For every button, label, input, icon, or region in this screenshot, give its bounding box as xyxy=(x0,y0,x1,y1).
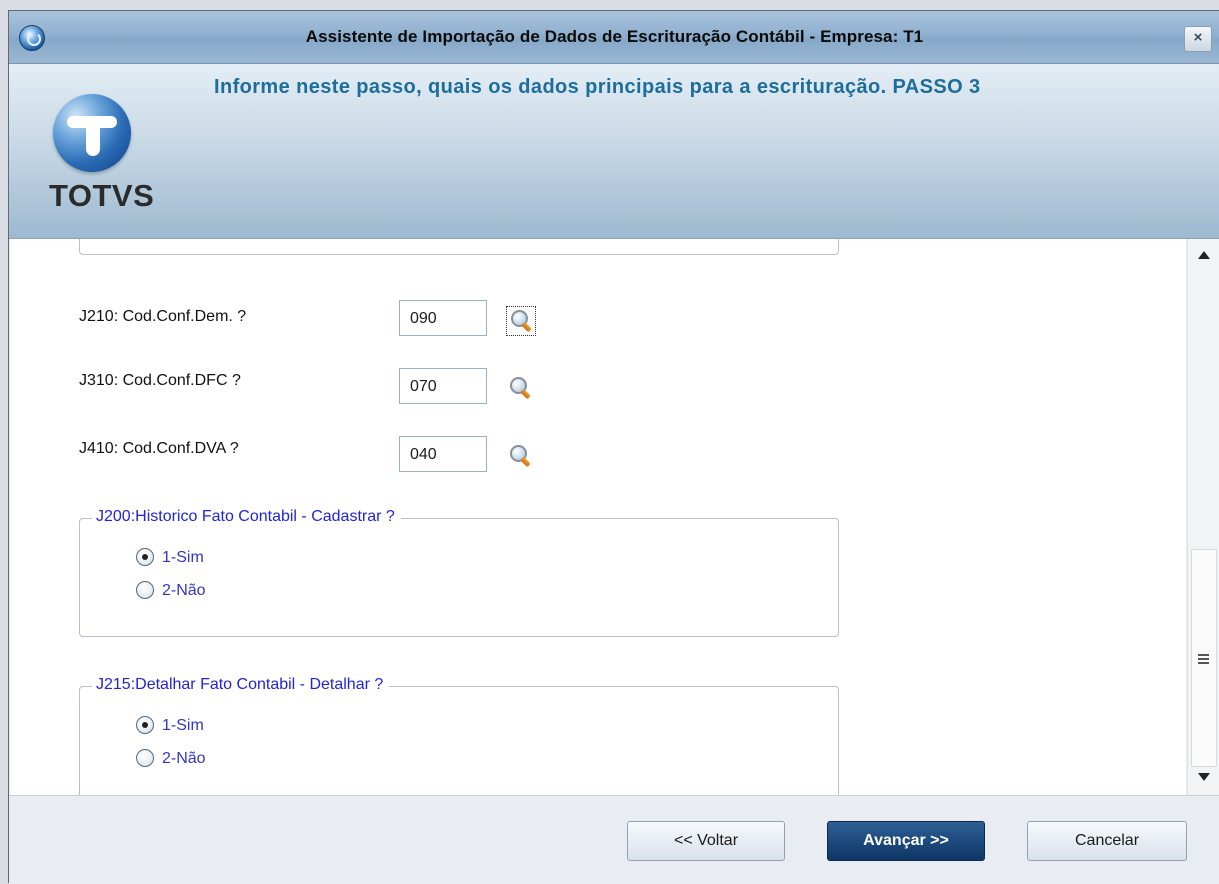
close-button[interactable]: × xyxy=(1184,26,1212,52)
j215-option-sim-label[interactable]: 1-Sim xyxy=(162,717,204,735)
field-label-j410: J410: Cod.Conf.DVA ? xyxy=(79,440,239,457)
title-bar: Assistente de Importação de Dados de Esc… xyxy=(9,11,1219,64)
j215-group-legend: J215:Detalhar Fato Contabil - Detalhar ? xyxy=(92,676,390,694)
button-bar: << Voltar Avançar >> Cancelar xyxy=(9,795,1219,884)
j200-group-legend: J200:Historico Fato Contabil - Cadastrar… xyxy=(92,508,401,526)
j210-search-icon[interactable] xyxy=(506,306,536,336)
j410-search-icon[interactable] xyxy=(506,442,536,472)
field-label-j310: J310: Cod.Conf.DFC ? xyxy=(79,372,241,389)
j410-value: 040 xyxy=(410,446,437,463)
j200-option-nao-radio[interactable] xyxy=(136,581,154,599)
j215-option-nao-label[interactable]: 2-Não xyxy=(162,750,206,768)
wizard-banner: TOTVS Informe neste passo, quais os dado… xyxy=(9,64,1219,239)
j200-option-sim-label[interactable]: 1-Sim xyxy=(162,549,204,567)
scroll-down-arrow-icon[interactable] xyxy=(1198,773,1210,781)
scroll-up-arrow-icon[interactable] xyxy=(1198,251,1210,259)
j215-radio-group: J215:Detalhar Fato Contabil - Detalhar ?… xyxy=(79,676,839,795)
next-button[interactable]: Avançar >> xyxy=(827,821,985,861)
j210-input[interactable]: 090 xyxy=(399,300,487,336)
step-instruction: Informe neste passo, quais os dados prin… xyxy=(214,76,981,98)
logo-text: TOTVS xyxy=(49,178,155,213)
back-button[interactable]: << Voltar xyxy=(627,821,785,861)
j200-option-sim-radio[interactable] xyxy=(136,548,154,566)
cancel-button[interactable]: Cancelar xyxy=(1027,821,1187,861)
previous-group-box xyxy=(79,239,839,255)
j200-option-nao-label[interactable]: 2-Não xyxy=(162,582,206,600)
grip-icon xyxy=(1198,654,1209,656)
j215-option-nao-radio[interactable] xyxy=(136,749,154,767)
j410-input[interactable]: 040 xyxy=(399,436,487,472)
window-title: Assistente de Importação de Dados de Esc… xyxy=(305,27,924,46)
form-area: J210: Cod.Conf.Dem. ? 090 J310: Cod.Conf… xyxy=(10,239,1186,795)
totvs-logo-icon xyxy=(53,94,131,172)
j310-input[interactable]: 070 xyxy=(399,368,487,404)
j310-search-icon[interactable] xyxy=(506,374,536,404)
j310-value: 070 xyxy=(410,378,437,395)
wizard-window: Assistente de Importação de Dados de Esc… xyxy=(8,10,1219,884)
field-label-j210: J210: Cod.Conf.Dem. ? xyxy=(79,308,247,325)
j200-radio-group: J200:Historico Fato Contabil - Cadastrar… xyxy=(79,508,839,637)
scroll-thumb[interactable] xyxy=(1191,549,1217,767)
vertical-scrollbar[interactable] xyxy=(1187,239,1219,795)
j210-value: 090 xyxy=(410,310,437,327)
j215-option-sim-radio[interactable] xyxy=(136,716,154,734)
